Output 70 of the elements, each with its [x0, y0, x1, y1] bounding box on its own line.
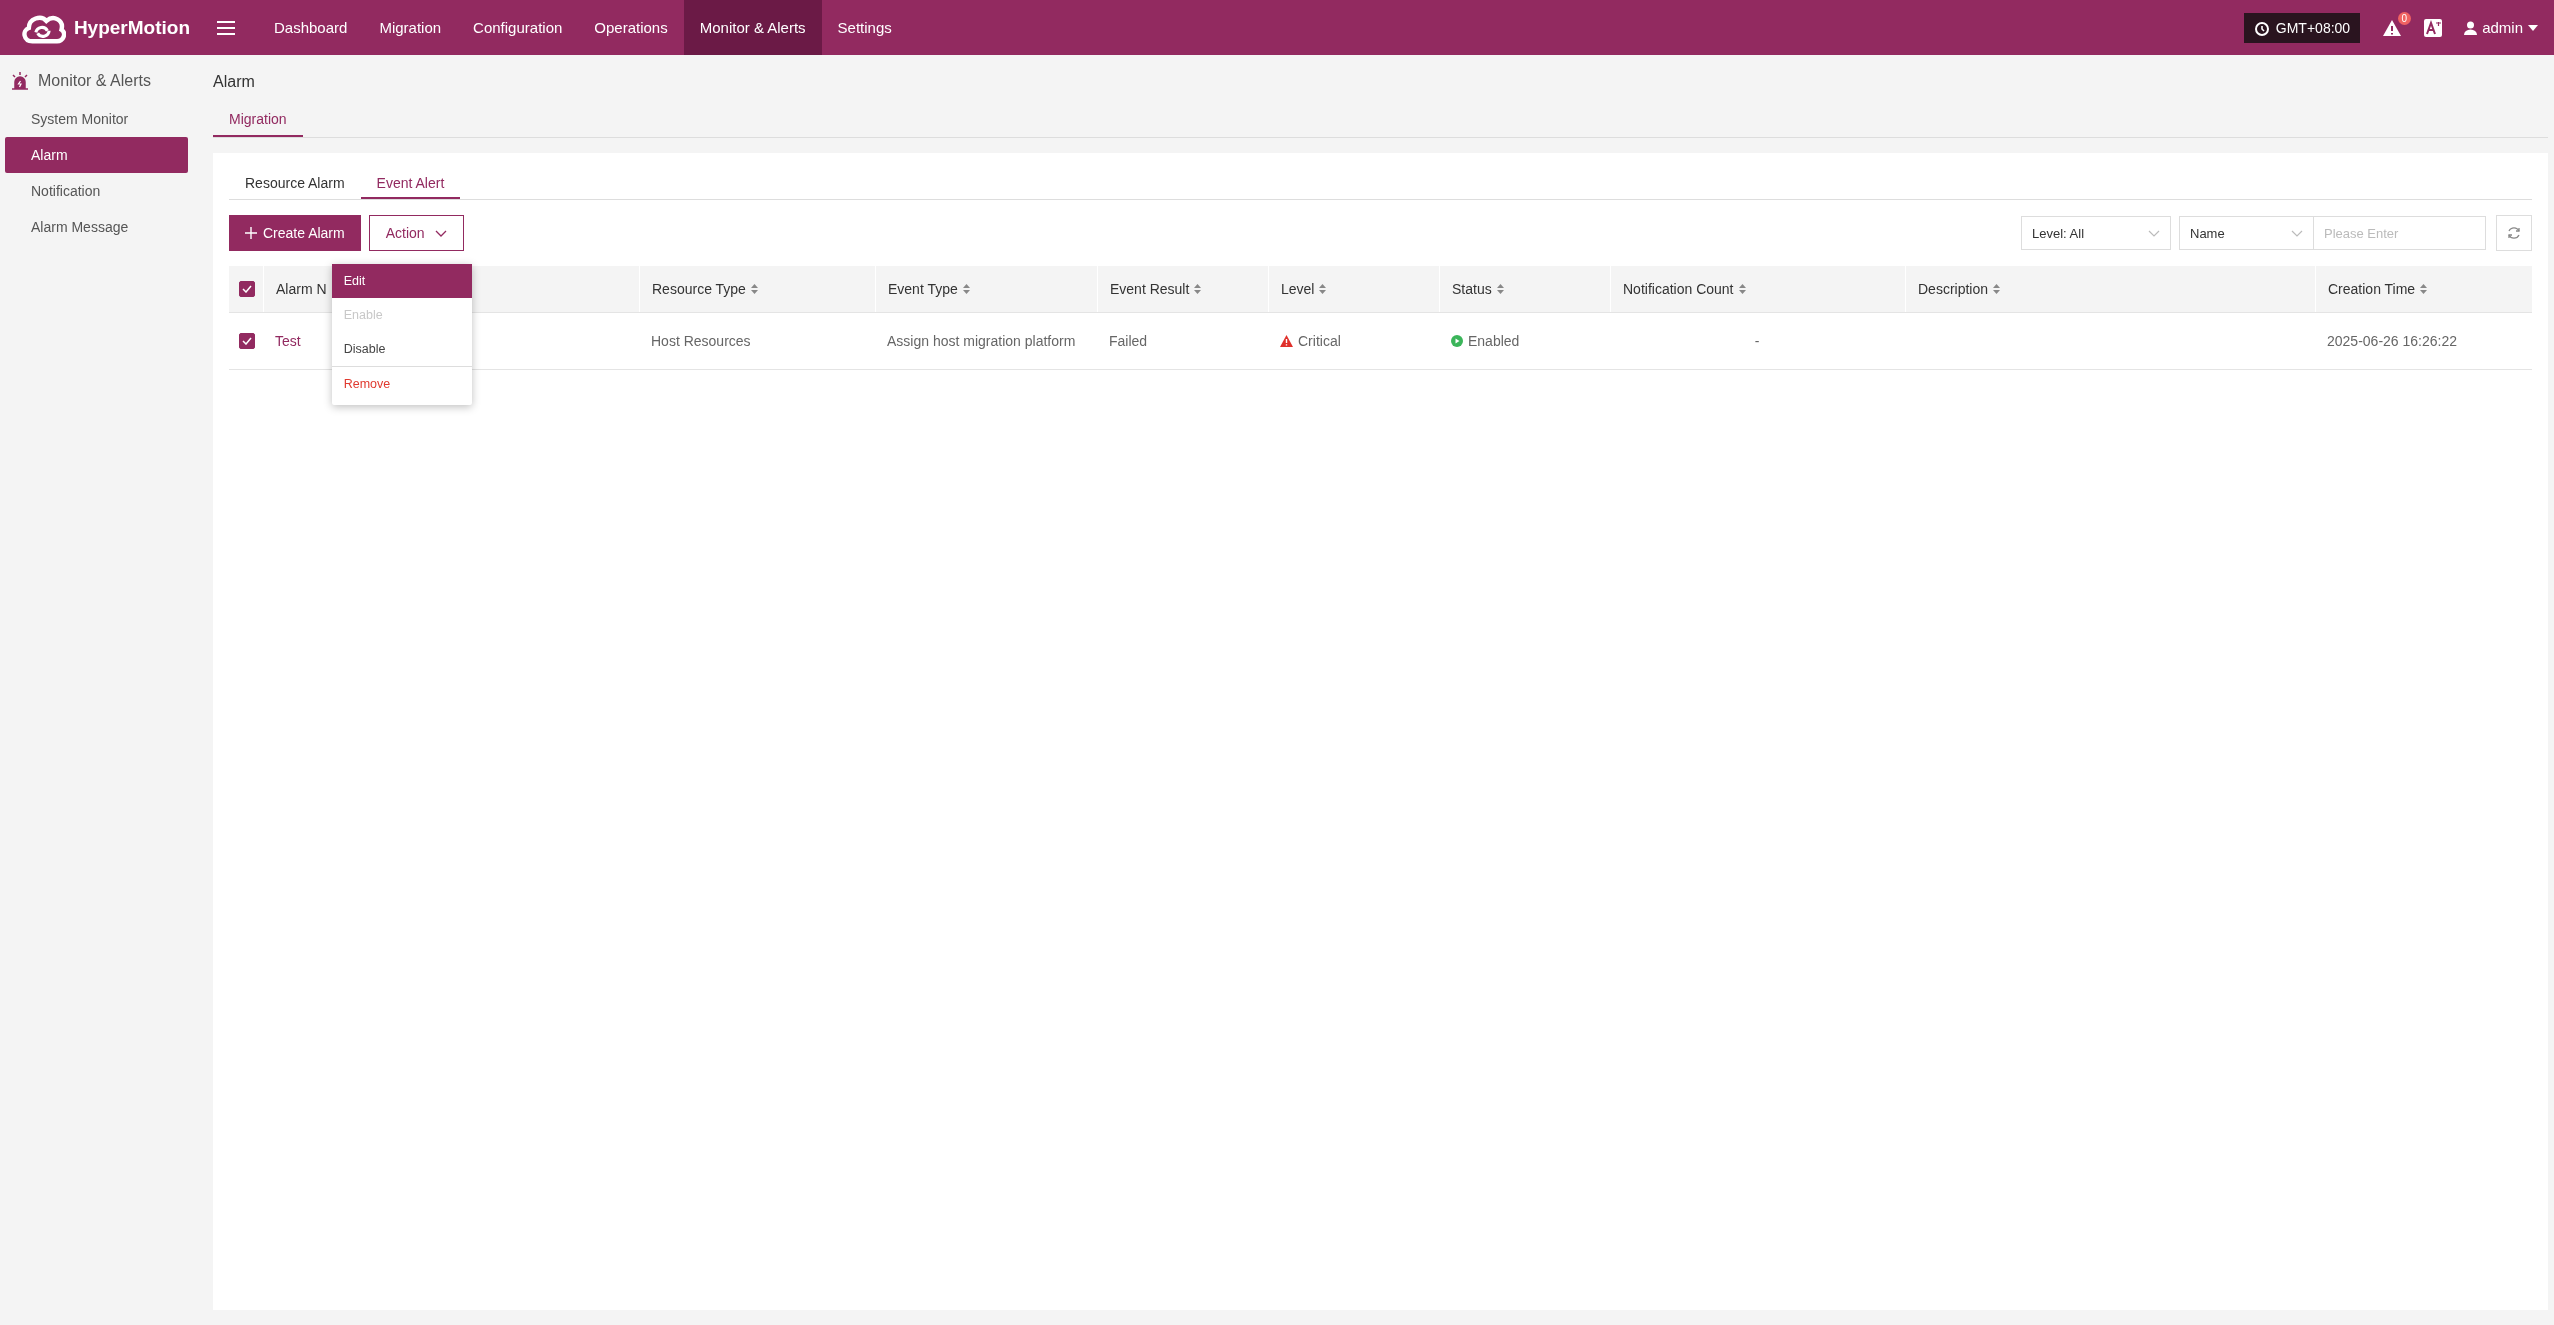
checkmark-icon: [242, 285, 252, 293]
alarm-tab[interactable]: Event Alert: [360, 167, 461, 199]
nav-tab[interactable]: Operations: [578, 0, 684, 55]
warning-icon: [1280, 335, 1293, 347]
create-alarm-button[interactable]: Create Alarm: [229, 215, 361, 251]
column-header: Event Type: [888, 281, 958, 297]
app-logo-text: HyperMotion: [73, 16, 190, 39]
column-header: Event Result: [1110, 281, 1190, 297]
plus-icon: [245, 227, 257, 239]
nav-tab[interactable]: Settings: [821, 0, 908, 55]
nav-tab[interactable]: Configuration: [457, 0, 579, 55]
chevron-down-icon: [2148, 229, 2160, 237]
menu-item[interactable]: Edit: [331, 264, 472, 298]
nav-tab[interactable]: Monitor & Alerts: [683, 0, 822, 55]
table-cell: Critical: [1298, 333, 1341, 349]
row-checkbox[interactable]: [239, 333, 255, 349]
level-select[interactable]: Level: All: [2021, 216, 2171, 250]
sort-icon[interactable]: [1738, 284, 1746, 294]
sidebar-item[interactable]: Alarm: [5, 137, 188, 173]
nav-tab[interactable]: Dashboard: [258, 0, 364, 55]
translate-icon[interactable]: [2424, 18, 2443, 37]
sidebar-title: Monitor & Alerts: [38, 72, 151, 90]
nav-tab[interactable]: Migration: [363, 0, 458, 55]
column-header: Status: [1452, 281, 1492, 297]
sort-icon[interactable]: [750, 284, 758, 294]
column-header: Level: [1281, 281, 1315, 297]
column-header: Notification Count: [1623, 281, 1734, 297]
sidebar-item[interactable]: Alarm Message: [5, 209, 188, 245]
page-title: Alarm: [213, 72, 256, 92]
menu-item[interactable]: Disable: [331, 332, 472, 366]
table-cell: Enabled: [1468, 333, 1520, 349]
sidebar-item[interactable]: Notification: [5, 173, 188, 209]
sort-icon[interactable]: [1194, 284, 1202, 294]
select-all-checkbox[interactable]: [239, 281, 255, 297]
column-header: Description: [1918, 281, 1989, 297]
field-select[interactable]: Name: [2179, 216, 2314, 250]
alert-count-badge: 0: [2397, 11, 2412, 25]
table-cell: 2025-06-26 16:26:22: [2327, 333, 2457, 349]
siren-icon: [10, 71, 30, 91]
refresh-icon: [2506, 225, 2522, 241]
sort-icon[interactable]: [962, 284, 970, 294]
column-header: Creation Time: [2328, 281, 2416, 297]
table-cell: -: [1754, 333, 1760, 349]
alarm-tab[interactable]: Resource Alarm: [229, 167, 361, 199]
table-cell: Failed: [1109, 333, 1148, 349]
chevron-down-icon: [2291, 229, 2303, 237]
menu-item[interactable]: Remove: [331, 367, 472, 401]
caret-icon: [2528, 24, 2538, 31]
sidebar-item[interactable]: System Monitor: [5, 101, 188, 137]
chevron-down-icon: [434, 229, 447, 237]
column-header: Alarm N: [276, 281, 327, 297]
page-tab[interactable]: Migration: [213, 105, 303, 137]
table-cell: Assign host migration platform: [887, 333, 1076, 349]
action-button[interactable]: Action: [368, 215, 464, 251]
table-cell: Host Resources: [651, 333, 751, 349]
menu-icon[interactable]: [216, 19, 236, 36]
refresh-button[interactable]: [2496, 215, 2532, 251]
clock-icon: [2253, 19, 2270, 36]
search-field[interactable]: Please Enter: [2314, 216, 2486, 250]
alarm-name-link[interactable]: Test: [275, 333, 301, 349]
sort-icon[interactable]: [2420, 284, 2428, 294]
checkmark-icon: [242, 337, 252, 345]
column-header: Resource Type: [652, 281, 746, 297]
sort-icon[interactable]: [1496, 284, 1504, 294]
user-icon: [2464, 20, 2478, 35]
sort-icon[interactable]: [1993, 284, 2001, 294]
user-menu[interactable]: admin: [2464, 19, 2538, 36]
sort-icon[interactable]: [1319, 284, 1327, 294]
warning-icon[interactable]: [2382, 18, 2403, 37]
timezone-button[interactable]: GMT+08:00: [2243, 12, 2361, 43]
